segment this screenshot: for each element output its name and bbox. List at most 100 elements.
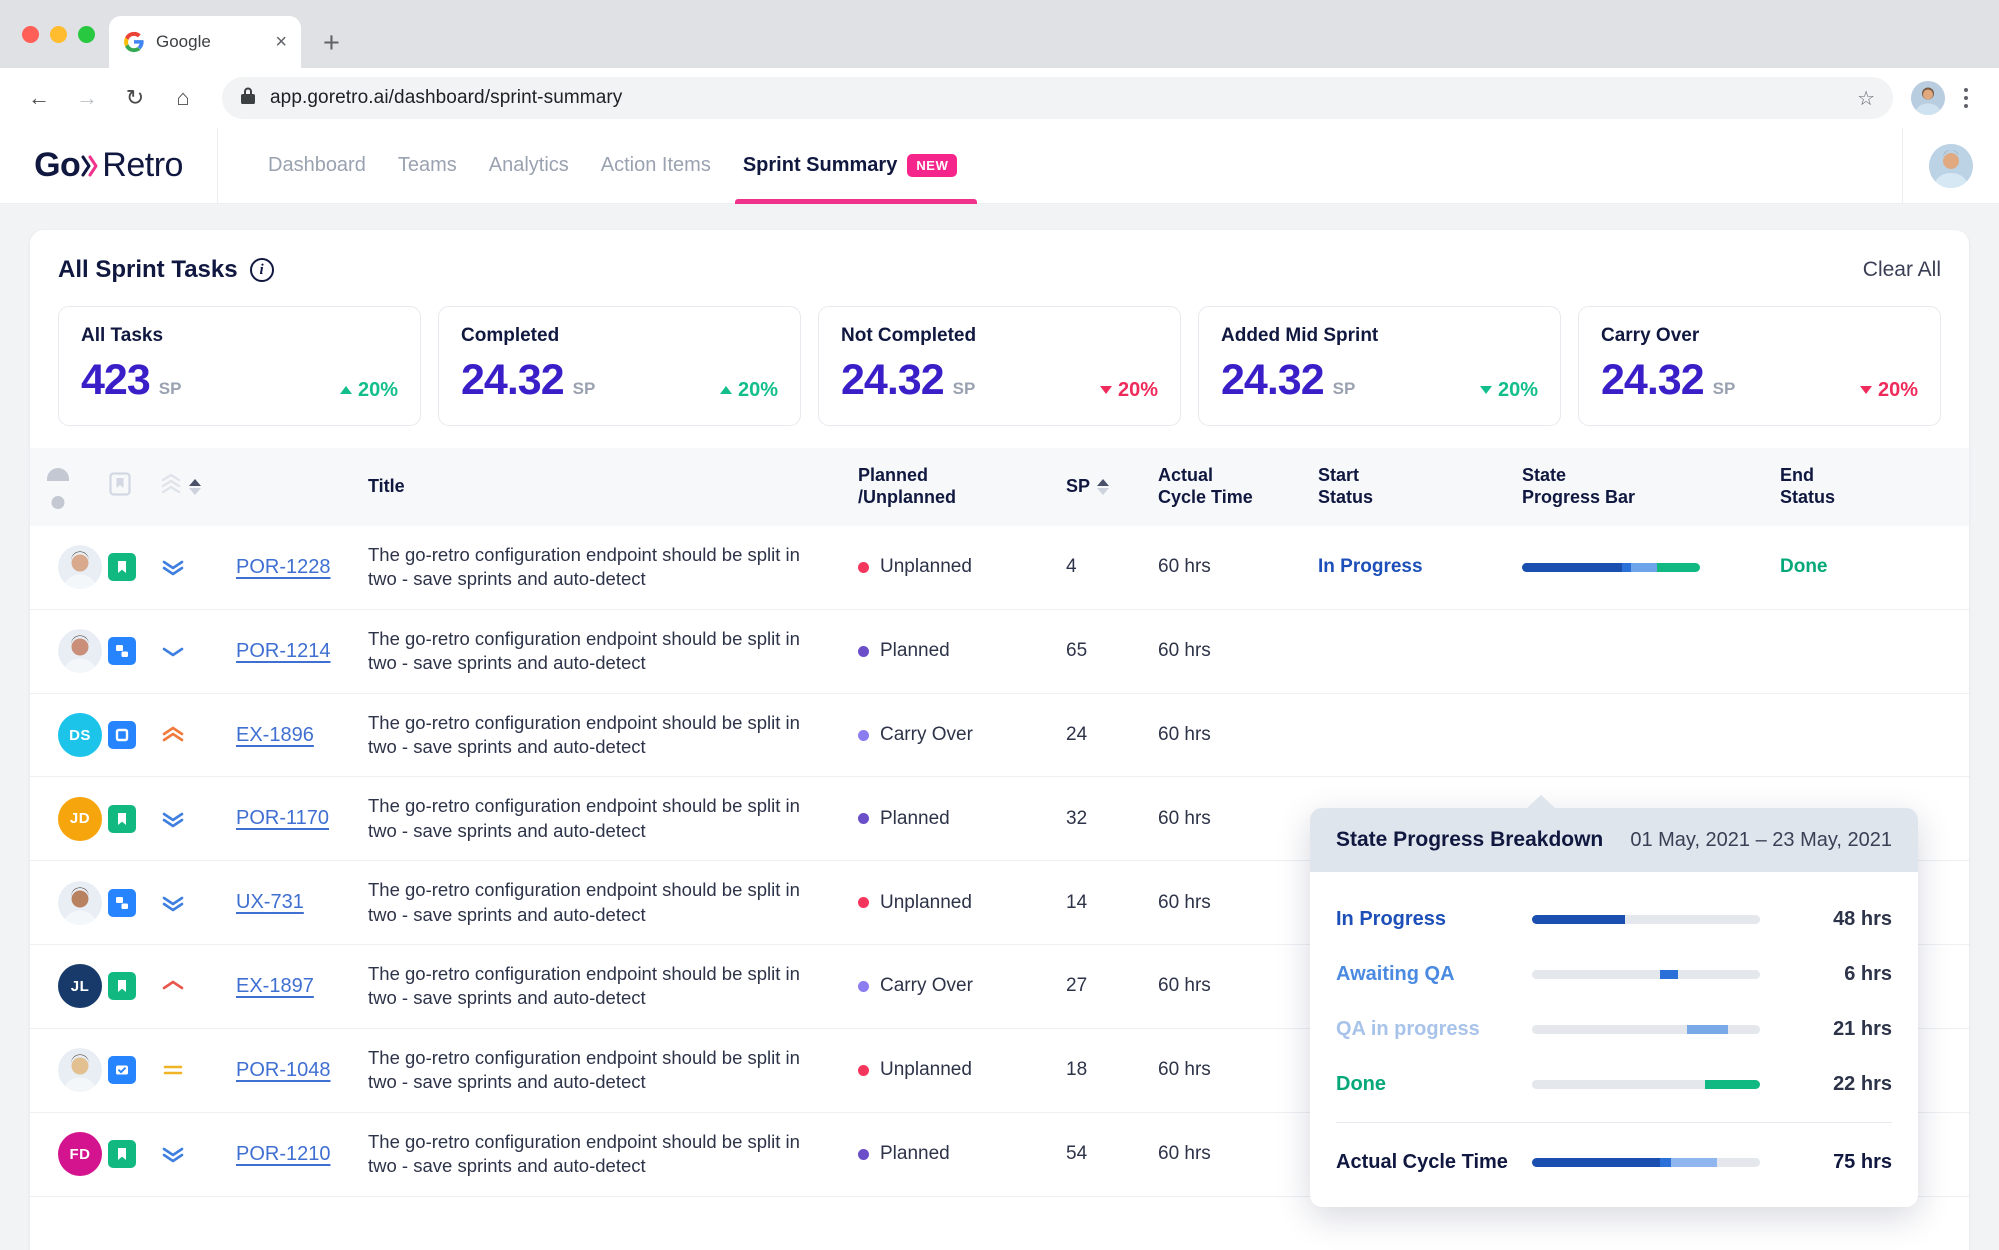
stat-unit: SP	[159, 379, 182, 399]
stat-trend: 20%	[340, 379, 398, 402]
forward-icon[interactable]: →	[66, 77, 108, 119]
planned-status-dot	[858, 897, 869, 908]
col-actual-line1: Actual	[1158, 465, 1213, 485]
issue-id-link[interactable]: EX-1896	[236, 724, 314, 746]
address-bar-url: app.goretro.ai/dashboard/sprint-summary	[270, 87, 622, 109]
progress-segment	[1625, 915, 1760, 924]
popover-state-row: In Progress48 hrs	[1336, 892, 1892, 947]
cell-start-status	[1318, 609, 1522, 693]
table-row[interactable]: POR-1228 The go-retro configuration endpo…	[30, 526, 1969, 609]
popover-total-bar	[1532, 1158, 1760, 1167]
app-logo[interactable]: Go Retro	[0, 128, 218, 204]
nav-item-label: Analytics	[489, 154, 569, 177]
cell-priority	[160, 526, 236, 609]
col-end-status[interactable]: End Status	[1780, 448, 1969, 526]
browser-tab[interactable]: Google ×	[109, 16, 301, 68]
progress-segment	[1532, 970, 1660, 979]
story-icon	[108, 553, 136, 581]
sprint-tasks-panel: All Sprint Tasks i Clear All All Tasks42…	[30, 230, 1969, 1250]
avatar-initials: JD	[70, 810, 90, 827]
col-issue-id[interactable]	[236, 448, 368, 526]
avatar[interactable]: JD	[58, 797, 102, 841]
col-state-progress-bar[interactable]: State Progress Bar	[1522, 448, 1780, 526]
issue-id-link[interactable]: POR-1170	[236, 807, 329, 829]
stat-card-carry-over[interactable]: Carry Over24.32SP20%	[1578, 306, 1941, 426]
col-assignee[interactable]	[30, 448, 108, 526]
home-icon[interactable]: ⌂	[162, 77, 204, 119]
table-row[interactable]: DSEX-1896The go-retro configuration endp…	[30, 693, 1969, 777]
cell-end-status	[1780, 693, 1969, 777]
browser-window: Google × + ← → ↻ ⌂ app.goretro.ai/dashbo…	[0, 0, 1999, 1250]
sp-sort-icon[interactable]	[1097, 479, 1109, 495]
state-progress-bar[interactable]	[1522, 563, 1700, 572]
col-title[interactable]: Title	[368, 448, 858, 526]
avatar[interactable]: FD	[58, 1132, 102, 1176]
issue-id-link[interactable]: POR-1210	[236, 1143, 331, 1165]
nav-item-dashboard[interactable]: Dashboard	[252, 128, 382, 204]
sp-value: 18	[1066, 1059, 1087, 1080]
col-priority[interactable]	[160, 448, 236, 526]
avatar[interactable]	[58, 545, 102, 589]
clear-all-button[interactable]: Clear All	[1863, 258, 1941, 282]
stat-card-added-mid-sprint[interactable]: Added Mid Sprint24.32SP20%	[1198, 306, 1561, 426]
chrome-profile-avatar[interactable]	[1911, 81, 1945, 115]
back-icon[interactable]: ←	[18, 77, 60, 119]
story-icon	[108, 1140, 136, 1168]
avatar[interactable]	[58, 1048, 102, 1092]
address-bar[interactable]: app.goretro.ai/dashboard/sprint-summary …	[222, 77, 1893, 119]
app-viewport: Go Retro DashboardTeams Analytics Action I…	[0, 128, 1999, 1250]
cell-sp: 14	[1066, 861, 1158, 945]
priority-sort-icon[interactable]	[189, 479, 201, 495]
avatar[interactable]: JL	[58, 964, 102, 1008]
cell-priority	[160, 609, 236, 693]
col-planned-unplanned[interactable]: Planned /Unplanned	[858, 448, 1066, 526]
progress-segment	[1532, 915, 1625, 924]
cell-end-status: Done	[1780, 526, 1969, 609]
popover-state-bar[interactable]	[1532, 915, 1760, 924]
nav-item-teams[interactable]: Teams	[382, 128, 473, 204]
minimize-window-button[interactable]	[50, 26, 67, 43]
bookmark-star-icon[interactable]: ☆	[1857, 86, 1875, 111]
col-issue-type[interactable]	[108, 448, 160, 526]
table-row[interactable]: POR-1214 The go-retro configuration endpo…	[30, 609, 1969, 693]
browser-menu-icon[interactable]	[1951, 88, 1981, 108]
stat-card-all-tasks[interactable]: All Tasks423SP20%	[58, 306, 421, 426]
issue-id-link[interactable]: POR-1228	[236, 556, 331, 578]
avatar[interactable]	[58, 629, 102, 673]
col-sp[interactable]: SP	[1066, 448, 1158, 526]
popover-state-bar[interactable]	[1532, 1080, 1760, 1089]
issue-id-link[interactable]: UX-731	[236, 891, 304, 913]
close-window-button[interactable]	[22, 26, 39, 43]
stat-card-completed[interactable]: Completed24.32SP20%	[438, 306, 801, 426]
nav-item-analytics[interactable]: Analytics	[473, 128, 585, 204]
avatar[interactable]: DS	[58, 713, 102, 757]
reload-icon[interactable]: ↻	[114, 77, 156, 119]
nav-item-action-items[interactable]: Action Items	[585, 128, 727, 204]
cell-actual-cycle-time: 60 hrs	[1158, 945, 1318, 1029]
avatar[interactable]	[58, 881, 102, 925]
user-avatar[interactable]	[1929, 144, 1973, 188]
priority-low-icon	[160, 1144, 236, 1164]
stat-card-not-completed[interactable]: Not Completed24.32SP20%	[818, 306, 1181, 426]
close-tab-icon[interactable]: ×	[275, 32, 287, 52]
col-start-status[interactable]: Start Status	[1318, 448, 1522, 526]
issue-id-link[interactable]: POR-1048	[236, 1059, 331, 1081]
cell-title: The go-retro configuration endpoint shou…	[368, 1028, 858, 1112]
planned-status-label: Carry Over	[880, 975, 973, 997]
col-actual-cycle-time[interactable]: Actual Cycle Time	[1158, 448, 1318, 526]
info-icon[interactable]: i	[250, 258, 274, 282]
nav-item-sprint-summary[interactable]: Sprint SummaryNEW	[727, 128, 974, 204]
cell-title: The go-retro configuration endpoint shou…	[368, 526, 858, 609]
cycle-time-value: 60 hrs	[1158, 1059, 1211, 1080]
state-progress-breakdown-popover: State Progress Breakdown 01 May, 2021 – …	[1310, 808, 1918, 1207]
popover-state-bar[interactable]	[1532, 970, 1760, 979]
cell-title: The go-retro configuration endpoint shou…	[368, 1112, 858, 1196]
maximize-window-button[interactable]	[78, 26, 95, 43]
new-tab-button[interactable]: +	[323, 29, 340, 58]
issue-id-link[interactable]: EX-1897	[236, 975, 314, 997]
popover-state-bar[interactable]	[1532, 1025, 1760, 1034]
cycle-time-value: 60 hrs	[1158, 724, 1211, 745]
cell-title: The go-retro configuration endpoint shou…	[368, 609, 858, 693]
issue-id-link[interactable]: POR-1214	[236, 640, 331, 662]
cell-issue-id: POR-1228	[236, 526, 368, 609]
